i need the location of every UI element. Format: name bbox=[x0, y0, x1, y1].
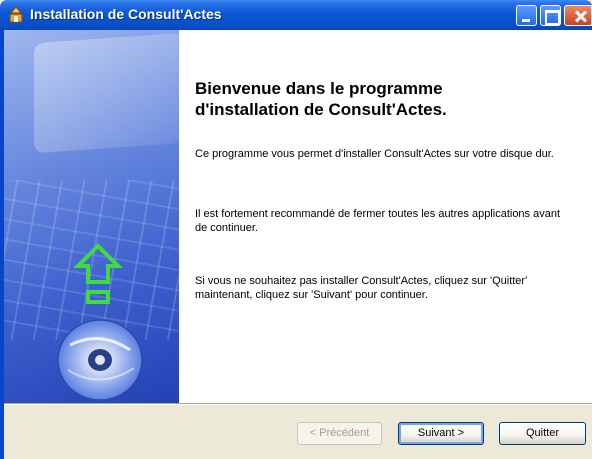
installer-window: Installation de Consult'Actes Bienvenue … bbox=[0, 0, 592, 459]
previous-button[interactable]: < Précédent bbox=[297, 422, 382, 445]
close-icon[interactable] bbox=[564, 5, 592, 26]
monitor-graphic bbox=[34, 32, 179, 154]
upload-arrow-icon bbox=[74, 243, 122, 304]
installer-icon bbox=[9, 6, 23, 23]
instructions-paragraph: Si vous ne souhaitez pas installer Consu… bbox=[195, 275, 528, 301]
recommendation-paragraph: Il est fortement recommandé de fermer to… bbox=[195, 208, 561, 234]
footer-divider bbox=[4, 403, 592, 405]
next-button[interactable]: Suivant > bbox=[398, 422, 484, 445]
side-banner bbox=[4, 30, 179, 403]
window-title: Installation de Consult'Actes bbox=[30, 6, 222, 22]
minimize-icon[interactable] bbox=[516, 5, 537, 26]
intro-paragraph: Ce programme vous permet d'installer Con… bbox=[195, 148, 554, 160]
welcome-heading: Bienvenue dans le programme d'installati… bbox=[195, 79, 447, 119]
cd-icon bbox=[57, 319, 143, 401]
maximize-icon[interactable] bbox=[540, 5, 561, 26]
content-area: Bienvenue dans le programme d'installati… bbox=[179, 30, 592, 403]
quit-button[interactable]: Quitter bbox=[499, 422, 586, 445]
title-bar[interactable]: Installation de Consult'Actes bbox=[0, 0, 592, 30]
